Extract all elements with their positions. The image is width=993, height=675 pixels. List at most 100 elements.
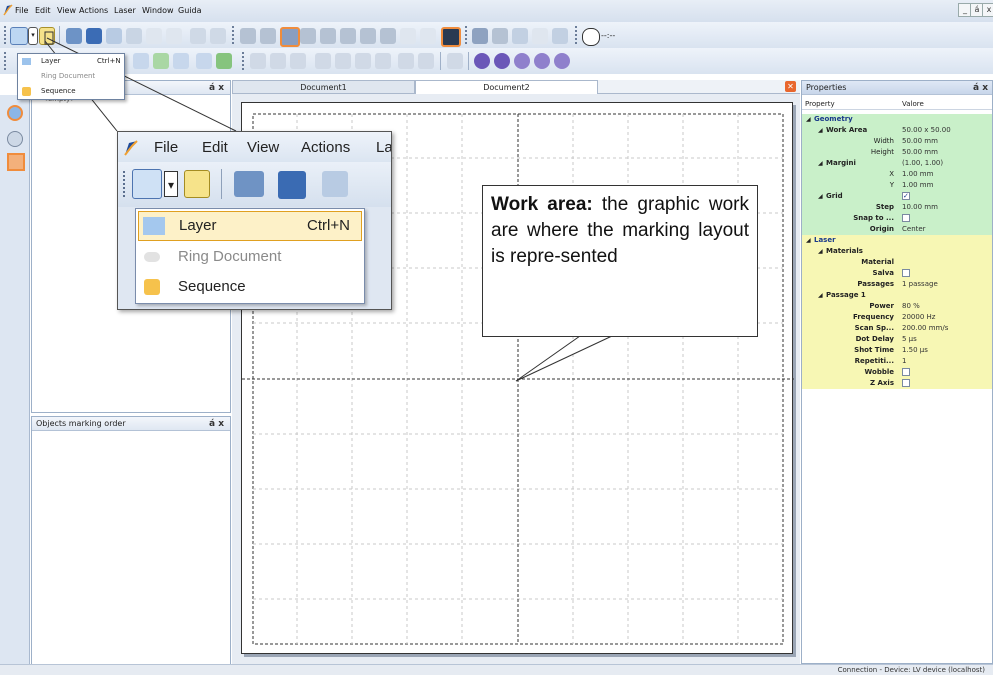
list-icon[interactable]: [552, 28, 568, 44]
laser-tool-icon[interactable]: [400, 28, 416, 44]
print-preview-icon[interactable]: [106, 28, 122, 44]
tab-document1[interactable]: Document1: [232, 80, 415, 94]
property-row[interactable]: Origin Center: [802, 224, 992, 235]
close-button[interactable]: x: [982, 3, 993, 17]
expander-icon[interactable]: ◢: [818, 290, 823, 301]
menu-actions[interactable]: Actions: [79, 6, 108, 15]
open-icon[interactable]: [234, 171, 264, 197]
property-row[interactable]: ◢ Margini (1.00, 1.00): [802, 158, 992, 169]
expander-icon[interactable]: ◢: [818, 246, 823, 257]
close-icon[interactable]: ✕: [785, 81, 796, 92]
note-icon[interactable]: [184, 170, 210, 198]
transform-icon[interactable]: [290, 53, 306, 69]
laser-tool-icon[interactable]: [360, 28, 376, 44]
zoom-fit-icon[interactable]: [514, 53, 530, 69]
property-row[interactable]: Passages 1 passage: [802, 279, 992, 290]
arrange-icon[interactable]: [335, 53, 351, 69]
copy-icon[interactable]: [146, 28, 162, 44]
property-row[interactable]: Dot Delay 5 µs: [802, 334, 992, 345]
property-value[interactable]: 5 µs: [902, 334, 917, 345]
property-value[interactable]: 200.00 mm/s: [902, 323, 948, 334]
inset-menu-laser[interactable]: La: [376, 139, 391, 156]
chevron-down-icon[interactable]: ▾: [28, 27, 38, 45]
laser-active-icon[interactable]: [280, 27, 300, 47]
user-icon[interactable]: [532, 28, 548, 44]
property-value[interactable]: 1: [902, 356, 906, 367]
laser-tool-icon[interactable]: [492, 28, 508, 44]
transform-icon[interactable]: [250, 53, 266, 69]
point-tool-icon[interactable]: [216, 53, 232, 69]
property-row[interactable]: ◢ Grid ✓: [802, 191, 992, 202]
toolbar-grip[interactable]: [232, 26, 237, 44]
zoom-selection-icon[interactable]: [554, 53, 570, 69]
property-value[interactable]: 1.00 mm: [902, 169, 933, 180]
property-row[interactable]: Width 50.00 mm: [802, 136, 992, 147]
menu-edit[interactable]: Edit: [35, 6, 51, 15]
laser-tool-icon[interactable]: [260, 28, 276, 44]
toolbar-grip[interactable]: [242, 52, 247, 70]
cut-icon[interactable]: [126, 28, 142, 44]
property-value[interactable]: 50.00 mm: [902, 147, 938, 158]
tab-document2[interactable]: Document2: [415, 80, 598, 94]
property-row[interactable]: ◢ Passage 1: [802, 290, 992, 301]
checkbox[interactable]: ✓: [902, 192, 910, 200]
menu-laser[interactable]: Laser: [114, 6, 136, 15]
expander-icon[interactable]: ◢: [818, 191, 823, 202]
zoom-out-icon[interactable]: [494, 53, 510, 69]
property-row[interactable]: Step 10.00 mm: [802, 202, 992, 213]
inset-menu-item-sequence[interactable]: Sequence: [138, 273, 362, 303]
line-tool-icon[interactable]: [196, 53, 212, 69]
node-edit-icon[interactable]: [447, 53, 463, 69]
arrange-icon[interactable]: [315, 53, 331, 69]
property-row[interactable]: X 1.00 mm: [802, 169, 992, 180]
property-row[interactable]: ◢ Work Area 50.00 x 50.00: [802, 125, 992, 136]
property-row[interactable]: Frequency 20000 Hz: [802, 312, 992, 323]
property-value[interactable]: 1.50 µs: [902, 345, 928, 356]
property-value[interactable]: Center: [902, 224, 926, 235]
property-value[interactable]: 50.00 x 50.00: [902, 125, 951, 136]
save-icon[interactable]: [278, 171, 306, 199]
expander-icon[interactable]: ◢: [806, 235, 811, 246]
arrange-icon[interactable]: [375, 53, 391, 69]
half-circle-icon[interactable]: [7, 131, 23, 147]
laser-tool-icon[interactable]: [320, 28, 336, 44]
note-icon[interactable]: [39, 27, 55, 45]
image-icon[interactable]: [418, 53, 434, 69]
property-row[interactable]: ◢ Geometry: [802, 114, 992, 125]
property-value[interactable]: 50.00 mm: [902, 136, 938, 147]
chevron-down-icon[interactable]: ▾: [164, 171, 178, 197]
property-row[interactable]: Wobble: [802, 367, 992, 378]
property-value[interactable]: (1.00, 1.00): [902, 158, 943, 169]
menu-item-sequence[interactable]: Sequence: [18, 84, 124, 99]
menu-item-ring-document[interactable]: Ring Document: [18, 69, 124, 84]
checkbox[interactable]: [902, 269, 910, 277]
arrange-icon[interactable]: [355, 53, 371, 69]
new-layer-icon[interactable]: [132, 169, 162, 199]
shape-tool-icon[interactable]: [173, 53, 189, 69]
property-row[interactable]: ◢ Laser: [802, 235, 992, 246]
mirror-icon[interactable]: [398, 53, 414, 69]
panel-float-close-buttons[interactable]: á x: [973, 81, 988, 95]
inset-menu-actions[interactable]: Actions: [301, 139, 350, 156]
property-row[interactable]: Y 1.00 mm: [802, 180, 992, 191]
shape-tool-icon[interactable]: [153, 53, 169, 69]
print-preview-icon[interactable]: [322, 171, 348, 197]
paste-icon[interactable]: [166, 28, 182, 44]
laser-tool-icon[interactable]: [240, 28, 256, 44]
toolbar-grip[interactable]: [4, 26, 9, 44]
inset-menu-view[interactable]: View: [247, 139, 279, 156]
toolbar-grip[interactable]: [575, 26, 580, 44]
property-row[interactable]: ◢ Materials: [802, 246, 992, 257]
shape-tool-icon[interactable]: [133, 53, 149, 69]
inset-menu-item-layer[interactable]: Layer Ctrl+N: [138, 211, 362, 241]
menu-window[interactable]: Window: [142, 6, 174, 15]
laser-tool-icon[interactable]: [380, 28, 396, 44]
laser-tool-icon[interactable]: [340, 28, 356, 44]
transform-icon[interactable]: [270, 53, 286, 69]
property-value[interactable]: 1.00 mm: [902, 180, 933, 191]
property-row[interactable]: Material: [802, 257, 992, 268]
property-value[interactable]: 1 passage: [902, 279, 938, 290]
property-row[interactable]: Power 80 %: [802, 301, 992, 312]
expander-icon[interactable]: ◢: [806, 114, 811, 125]
menu-view[interactable]: View: [57, 6, 76, 15]
